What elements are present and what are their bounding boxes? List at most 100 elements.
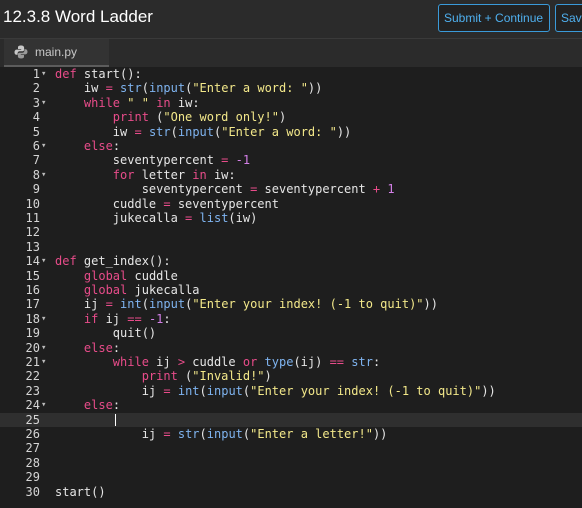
line-code: ij = str(input("Enter a letter!")) xyxy=(55,427,388,441)
line-number: 6 xyxy=(32,139,40,153)
line-number: 7 xyxy=(32,153,40,168)
code-line[interactable]: 25 xyxy=(0,412,582,427)
line-number: 13 xyxy=(25,239,40,254)
fold-toggle-icon[interactable]: ▾ xyxy=(41,398,46,412)
line-code: for letter in iw: xyxy=(112,167,236,182)
code-line[interactable]: 24 ▾ else: xyxy=(0,398,582,412)
tab-label: main.py xyxy=(35,45,78,59)
line-code: jukecalla = list(iw) xyxy=(55,211,258,225)
code-line[interactable]: 10 cuddle = seventypercent xyxy=(0,197,582,211)
line-code: start() xyxy=(55,484,106,499)
line-number: 2 xyxy=(32,81,40,96)
line-number: 21 xyxy=(25,355,40,369)
code-line[interactable]: 5 iw = str(input("Enter a word: ")) xyxy=(0,125,582,139)
code-line[interactable]: 18 ▾ if ij == -1: xyxy=(0,312,582,326)
line-code: while ij > cuddle or type(ij) == str: xyxy=(112,355,381,369)
line-number: 4 xyxy=(32,110,40,125)
code-line[interactable]: 19 quit() xyxy=(0,326,582,340)
line-code: else: xyxy=(83,398,121,413)
line-number: 19 xyxy=(25,326,40,341)
python-icon xyxy=(14,45,28,59)
text-cursor xyxy=(115,413,116,426)
header-bar: 12.3.8 Word Ladder Submit + Continue Sav… xyxy=(0,0,582,39)
code-line[interactable]: 9 seventypercent = seventypercent + 1 xyxy=(0,182,582,196)
code-line[interactable]: 1 ▾ def start(): xyxy=(0,67,582,81)
line-number: 22 xyxy=(25,369,40,384)
code-line[interactable]: 16 global jukecalla xyxy=(0,283,582,297)
line-number: 1 xyxy=(32,67,40,81)
line-code: ij = int(input("Enter your index! (-1 to… xyxy=(55,383,496,398)
code-line[interactable]: 30 start() xyxy=(0,485,582,499)
line-number: 23 xyxy=(25,383,40,398)
code-line[interactable]: 23 ij = int(input("Enter your index! (-1… xyxy=(0,384,582,398)
line-number: 9 xyxy=(32,182,40,197)
code-line[interactable]: 3 ▾ while " " in iw: xyxy=(0,96,582,110)
code-line[interactable]: 26 ij = str(input("Enter a letter!")) xyxy=(0,427,582,441)
line-number: 14 xyxy=(25,254,40,269)
line-code: else: xyxy=(83,139,121,153)
line-number: 15 xyxy=(25,268,40,283)
file-tab-bar: main.py xyxy=(0,39,582,68)
line-number: 18 xyxy=(25,311,40,326)
line-number: 12 xyxy=(25,225,40,240)
line-number: 24 xyxy=(25,398,40,413)
code-line[interactable]: 13 xyxy=(0,240,582,254)
code-line[interactable]: 7 seventypercent = -1 xyxy=(0,153,582,167)
line-code: iw = str(input("Enter a word: ")) xyxy=(55,124,352,139)
code-line[interactable]: 20 ▾ else: xyxy=(0,341,582,355)
code-line[interactable]: 2 iw = str(input("Enter a word: ")) xyxy=(0,81,582,95)
line-number: 10 xyxy=(25,196,40,211)
line-number: 26 xyxy=(25,427,40,441)
line-code: quit() xyxy=(55,326,157,341)
fold-toggle-icon[interactable]: ▾ xyxy=(41,312,46,326)
line-code: ij = int(input("Enter your index! (-1 to… xyxy=(55,297,438,312)
line-number: 29 xyxy=(25,470,40,485)
code-line[interactable]: 15 global cuddle xyxy=(0,269,582,283)
code-line[interactable]: 6 ▾ else: xyxy=(0,139,582,153)
line-number: 28 xyxy=(25,455,40,470)
line-code: while " " in iw: xyxy=(83,95,200,110)
tab-main-py[interactable]: main.py xyxy=(4,39,109,67)
fold-toggle-icon[interactable]: ▾ xyxy=(41,168,46,182)
line-code: else: xyxy=(83,340,121,355)
line-number: 16 xyxy=(25,283,40,297)
line-code: cuddle = seventypercent xyxy=(55,196,279,211)
page-title: 12.3.8 Word Ladder xyxy=(3,7,153,26)
code-line[interactable]: 27 xyxy=(0,441,582,455)
fold-toggle-icon[interactable]: ▾ xyxy=(41,341,46,355)
line-code: print ("Invalid!") xyxy=(141,369,272,384)
code-line[interactable]: 11 jukecalla = list(iw) xyxy=(0,211,582,225)
code-line[interactable]: 28 xyxy=(0,456,582,470)
save-button[interactable]: Save xyxy=(555,4,582,32)
code-line[interactable]: 22 print ("Invalid!") xyxy=(0,369,582,383)
code-line[interactable]: 29 xyxy=(0,470,582,484)
code-line[interactable]: 21 ▾ while ij > cuddle or type(ij) == str… xyxy=(0,355,582,369)
line-number: 3 xyxy=(32,95,40,110)
line-code: def start(): xyxy=(55,67,142,81)
code-editor[interactable]: 1 ▾ def start(): 2 iw = str(input("Enter a … xyxy=(0,67,582,508)
submit-continue-button[interactable]: Submit + Continue xyxy=(438,4,550,32)
line-number: 5 xyxy=(32,124,40,139)
line-number: 27 xyxy=(25,441,40,456)
line-number: 30 xyxy=(25,484,40,499)
line-number: 25 xyxy=(25,412,40,427)
fold-toggle-icon[interactable]: ▾ xyxy=(41,96,46,110)
code-line[interactable]: 17 ij = int(input("Enter your index! (-1… xyxy=(0,297,582,311)
fold-toggle-icon[interactable]: ▾ xyxy=(41,139,46,153)
fold-toggle-icon[interactable]: ▾ xyxy=(41,67,46,81)
fold-toggle-icon[interactable]: ▾ xyxy=(41,254,46,268)
code-line[interactable]: 14 ▾ def get_index(): xyxy=(0,254,582,268)
line-code: if ij == -1: xyxy=(83,311,171,326)
fold-toggle-icon[interactable]: ▾ xyxy=(41,355,46,369)
code-line[interactable]: 12 xyxy=(0,225,582,239)
line-code: iw = str(input("Enter a word: ")) xyxy=(55,81,323,96)
code-line[interactable]: 4 print ("One word only!") xyxy=(0,110,582,124)
line-number: 11 xyxy=(25,211,40,225)
line-number: 8 xyxy=(32,167,40,182)
line-code: def get_index(): xyxy=(55,254,171,269)
line-code: seventypercent = seventypercent + 1 xyxy=(55,182,395,197)
code-line[interactable]: 8 ▾ for letter in iw: xyxy=(0,168,582,182)
line-code: global cuddle xyxy=(83,268,178,283)
line-code: print ("One word only!") xyxy=(112,110,287,125)
line-code: global jukecalla xyxy=(83,283,200,297)
